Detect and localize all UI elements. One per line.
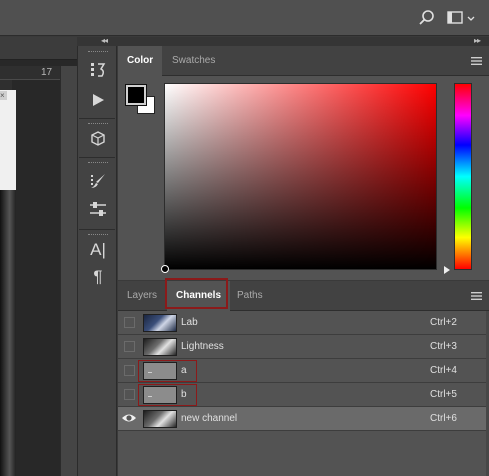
- paragraph-glyph: ¶: [93, 267, 103, 286]
- visibility-toggle[interactable]: [124, 341, 135, 352]
- search-icon[interactable]: [418, 9, 436, 27]
- foreground-color-swatch[interactable]: [125, 84, 147, 106]
- channel-row-new-channel[interactable]: new channel Ctrl+6: [118, 407, 489, 431]
- brush-settings-icon[interactable]: [86, 170, 110, 192]
- channel-name: Lab: [181, 317, 198, 328]
- character-icon[interactable]: A|: [86, 239, 110, 261]
- channel-row-b[interactable]: b Ctrl+5: [118, 383, 489, 407]
- channel-shortcut: Ctrl+3: [430, 341, 457, 352]
- row-highlight-outline: [138, 360, 197, 382]
- visibility-toggle[interactable]: [124, 317, 135, 328]
- dock-grip[interactable]: [88, 51, 108, 53]
- 3d-icon[interactable]: [86, 128, 110, 150]
- channel-shortcut: Ctrl+2: [430, 317, 457, 328]
- channel-thumbnail: [143, 314, 177, 332]
- channel-list: Lab Ctrl+2 Lightness Ctrl+3 a Ctrl+4 b C…: [118, 311, 489, 431]
- channel-thumbnail: [143, 338, 177, 356]
- dock-divider: [79, 118, 115, 119]
- channel-shortcut: Ctrl+4: [430, 365, 457, 376]
- dock-grip[interactable]: [88, 162, 108, 164]
- color-panel: Color Swatches: [118, 46, 489, 280]
- panel-menu-icon[interactable]: [471, 292, 482, 300]
- channel-name: a: [181, 365, 187, 376]
- application-bar: [0, 0, 489, 36]
- document-tab-bar: [0, 37, 77, 60]
- character-glyph: A|: [90, 240, 106, 259]
- channel-row-a[interactable]: a Ctrl+4: [118, 359, 489, 383]
- dock-grip[interactable]: [88, 123, 108, 125]
- collapse-right-icon[interactable]: ▸▸: [474, 36, 481, 45]
- canvas-image: [0, 190, 16, 476]
- dock-divider: [79, 157, 115, 158]
- tab-layers[interactable]: Layers: [118, 281, 166, 311]
- tab-paths[interactable]: Paths: [228, 281, 272, 311]
- visibility-toggle[interactable]: [124, 365, 135, 376]
- channel-row-lightness[interactable]: Lightness Ctrl+3: [118, 335, 489, 359]
- close-icon[interactable]: ×: [0, 91, 7, 100]
- workspace-switcher-icon[interactable]: [447, 10, 477, 26]
- tab-swatches[interactable]: Swatches: [163, 46, 224, 76]
- channel-name: Lightness: [181, 341, 224, 352]
- hue-slider[interactable]: [454, 83, 472, 270]
- color-panel-tabs: Color Swatches: [118, 46, 489, 77]
- color-picker-marker[interactable]: [161, 265, 169, 273]
- panel-menu-icon[interactable]: [471, 57, 482, 65]
- channel-shortcut: Ctrl+5: [430, 389, 457, 400]
- paragraph-icon[interactable]: ¶: [86, 266, 110, 288]
- visibility-toggle[interactable]: [124, 389, 135, 400]
- channels-panel: Layers Channels Paths Lab Ctrl+2 Lightne…: [118, 278, 489, 476]
- document-scrollbar[interactable]: [60, 66, 77, 476]
- collapse-left-icon[interactable]: ◂◂: [101, 36, 108, 45]
- channels-panel-tabs: Layers Channels Paths: [118, 278, 489, 312]
- eye-icon[interactable]: [121, 412, 137, 424]
- color-field[interactable]: [164, 83, 437, 270]
- channel-thumbnail: [143, 410, 177, 428]
- tab-color[interactable]: Color: [118, 46, 163, 77]
- channel-name: b: [181, 389, 187, 400]
- document-canvas[interactable]: ×: [0, 90, 16, 476]
- dock-grip[interactable]: [88, 234, 108, 236]
- dock-divider: [79, 229, 115, 230]
- panel-collapse-bar: [77, 37, 489, 46]
- actions-play-icon[interactable]: [86, 89, 110, 111]
- channel-row-lab[interactable]: Lab Ctrl+2: [118, 311, 489, 335]
- row-highlight-outline: [138, 384, 197, 406]
- adjustments-icon[interactable]: [86, 198, 110, 220]
- tab-highlight-outline: [165, 278, 228, 309]
- channel-shortcut: Ctrl+6: [430, 413, 457, 424]
- hue-slider-handle[interactable]: [444, 266, 450, 274]
- ruler-label: 17: [41, 67, 53, 78]
- channel-name: new channel: [181, 413, 238, 424]
- history-icon[interactable]: [86, 59, 110, 81]
